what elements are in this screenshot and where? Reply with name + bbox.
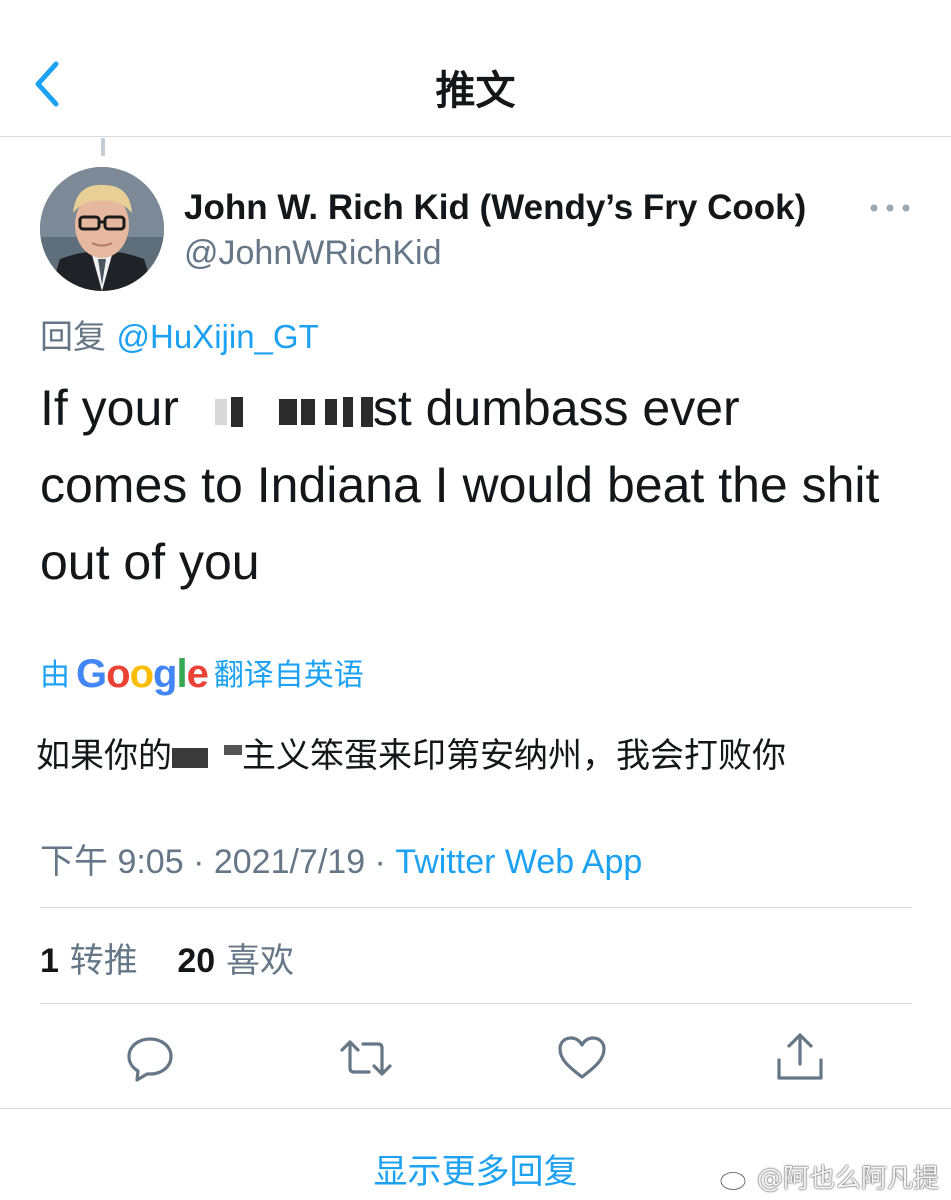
redaction-mark — [300, 398, 315, 425]
reply-button[interactable] — [122, 1030, 178, 1086]
watermark-text: @阿也么阿凡提 — [756, 1164, 939, 1194]
more-options-button[interactable] — [866, 194, 914, 222]
tweet-text-line-1: If your st dumbass ever — [40, 370, 920, 447]
redaction-mark — [224, 745, 242, 755]
reply-icon — [127, 1037, 173, 1082]
reply-prefix: 回复 — [40, 317, 106, 356]
tweet-text: If your st dumbass ever comes to Indiana… — [40, 370, 920, 601]
redaction-mark — [324, 398, 337, 425]
translated-text-segment: 如果你的 — [36, 736, 172, 776]
page-title: 推文 — [435, 68, 516, 114]
likes-stat[interactable]: 20 喜欢 — [177, 941, 294, 981]
weibo-icon — [719, 1167, 752, 1191]
redaction-mark — [172, 747, 208, 768]
more-horizontal-icon — [870, 204, 910, 212]
redaction-mark — [342, 396, 353, 427]
divider — [0, 1108, 951, 1109]
tweet-time: 下午 9:05 — [40, 843, 184, 881]
tweet-text-segment: st dumbass ever — [372, 380, 740, 436]
meta-separator: · — [365, 843, 396, 881]
translate-tweet-link[interactable]: 由 Google 翻译自英语 — [40, 650, 364, 697]
retweets-label: 转推 — [69, 941, 138, 981]
likes-count: 20 — [177, 942, 216, 980]
meta-separator: · — [183, 843, 214, 881]
top-nav-bar: 推文 — [0, 0, 951, 137]
reply-context: 回复 @HuXijin_GT — [40, 310, 319, 358]
tweet-metadata: 下午 9:05 · 2021/7/19 · Twitter Web App — [40, 834, 642, 883]
divider — [40, 1003, 912, 1004]
share-icon — [777, 1033, 823, 1080]
heart-icon — [558, 1036, 606, 1079]
like-button[interactable] — [554, 1030, 610, 1086]
likes-label: 喜欢 — [226, 941, 294, 981]
tweet-text-segment: If your — [40, 380, 179, 436]
google-logo: Google — [76, 652, 209, 696]
tweet-source-link[interactable]: Twitter Web App — [395, 843, 642, 881]
redaction-mark — [230, 396, 243, 427]
translated-text: 如果你的 主义笨蛋来印第安纳州，我会打败你 — [36, 728, 786, 777]
redaction-mark — [360, 396, 373, 427]
retweets-stat[interactable]: 1 转推 — [40, 941, 138, 981]
retweet-button[interactable] — [338, 1030, 394, 1086]
watermark: @阿也么阿凡提 — [719, 1158, 939, 1195]
retweet-icon — [340, 1040, 392, 1076]
avatar[interactable] — [40, 167, 164, 291]
engagement-stats: 1 转推 20 喜欢 — [40, 933, 294, 982]
translated-text-segment: 主义笨蛋来印第安纳州，我会打败你 — [242, 736, 786, 776]
redaction-mark — [278, 398, 297, 425]
tweet-text-line-2: comes to Indiana I would beat the shit — [40, 457, 880, 513]
share-button[interactable] — [772, 1030, 828, 1086]
redaction-mark — [214, 398, 227, 425]
retweets-count: 1 — [40, 942, 59, 980]
tweet-text-line-3: out of you — [40, 534, 260, 590]
reply-mention-link[interactable]: @HuXijin_GT — [117, 318, 319, 355]
divider — [40, 907, 912, 908]
translate-suffix: 翻译自英语 — [213, 658, 364, 693]
display-name[interactable]: John W. Rich Kid (Wendy’s Fry Cook) — [184, 188, 806, 228]
tweet-date: 2021/7/19 — [213, 843, 366, 881]
translate-prefix: 由 — [40, 658, 70, 693]
user-handle: @JohnWRichKid — [184, 234, 442, 272]
thread-connector-line — [101, 138, 105, 156]
